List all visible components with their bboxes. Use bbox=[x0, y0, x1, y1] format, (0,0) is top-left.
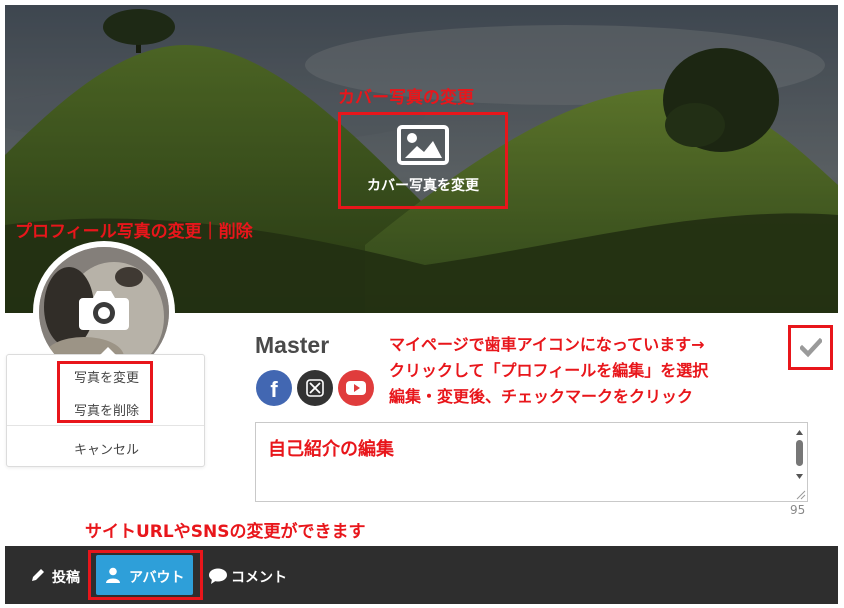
char-counter: 95 bbox=[790, 503, 806, 517]
change-cover-label: カバー写真を変更 bbox=[367, 178, 479, 194]
cancel-item[interactable]: キャンセル bbox=[7, 439, 206, 458]
x-icon[interactable] bbox=[297, 370, 333, 406]
textarea-scrollbar[interactable] bbox=[792, 423, 807, 501]
about-tab-highlight-box bbox=[88, 550, 203, 600]
menu-highlight-box bbox=[57, 361, 153, 423]
menu-caret bbox=[100, 347, 116, 355]
camera-icon bbox=[77, 288, 131, 336]
tab-comments[interactable]: コメント bbox=[205, 546, 305, 604]
instruction-line-2: クリックして「プロフィールを編集」を選択 bbox=[389, 361, 709, 380]
instruction-line-3: 編集・変更後、チェックマークをクリック bbox=[389, 387, 694, 406]
image-icon bbox=[341, 125, 505, 169]
tab-comments-label: コメント bbox=[231, 570, 287, 586]
comment-icon bbox=[209, 568, 227, 588]
check-icon bbox=[800, 338, 822, 358]
svg-text:f: f bbox=[270, 377, 278, 402]
instruction-line-1: マイページで歯車アイコンになっています→ bbox=[389, 335, 705, 354]
youtube-icon[interactable] bbox=[338, 370, 374, 406]
profile-username: Master bbox=[255, 332, 330, 358]
save-check-button[interactable] bbox=[788, 325, 833, 370]
edit-instructions: マイページで歯車アイコンになっています→ クリックして「プロフィールを編集」を選… bbox=[389, 332, 708, 410]
profile-photo-annotation: プロフィール写真の変更｜削除 bbox=[15, 222, 253, 242]
menu-divider bbox=[7, 425, 204, 426]
profile-edit-page: カバー写真の変更 プロフィール写真の変更｜削除 カバー写真を変更 写真を変更 写… bbox=[0, 0, 844, 608]
change-cover-button[interactable]: カバー写真を変更 bbox=[338, 112, 508, 209]
bio-annotation: 自己紹介の編集 bbox=[268, 439, 394, 460]
bio-textarea[interactable]: 自己紹介の編集 bbox=[255, 422, 808, 502]
site-sns-annotation: サイトURLやSNSの変更ができます bbox=[85, 522, 366, 542]
cover-annotation: カバー写真の変更 bbox=[338, 88, 474, 108]
facebook-icon[interactable]: f bbox=[256, 370, 292, 406]
